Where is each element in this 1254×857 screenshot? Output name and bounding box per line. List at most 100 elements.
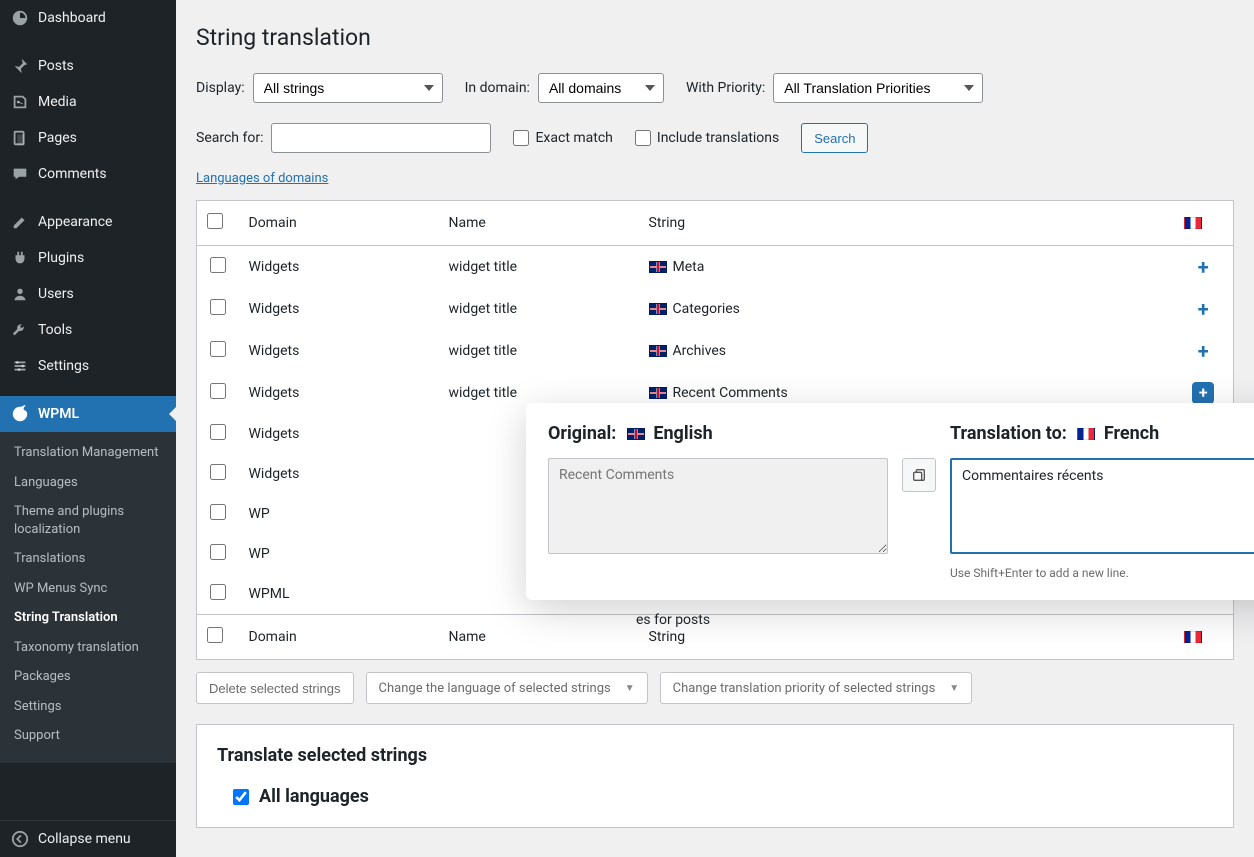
submenu-item-taxonomy-translation[interactable]: Taxonomy translation bbox=[0, 633, 176, 663]
priority-select[interactable]: All Translation Priorities bbox=[773, 73, 983, 103]
search-button[interactable]: Search bbox=[801, 123, 868, 153]
sidebar-item-label: Posts bbox=[38, 58, 74, 74]
translation-heading: Translation to: French bbox=[950, 423, 1254, 444]
wpml-icon bbox=[10, 404, 30, 424]
change-priority-select[interactable]: Change translation priority of selected … bbox=[660, 672, 973, 704]
dashboard-icon bbox=[10, 8, 30, 28]
all-languages-check[interactable]: All languages bbox=[233, 786, 1213, 807]
caret-down-icon: ▼ bbox=[949, 683, 959, 694]
header-name[interactable]: Name bbox=[439, 201, 639, 246]
priority-label: With Priority: bbox=[686, 80, 765, 96]
sidebar-item-label: Media bbox=[38, 94, 77, 110]
delete-selected-button[interactable]: Delete selected strings bbox=[196, 672, 354, 704]
uk-flag-icon bbox=[649, 345, 667, 357]
domain-select[interactable]: All domains bbox=[538, 73, 664, 103]
table-row: Widgetswidget titleArchives+ bbox=[197, 330, 1234, 372]
sidebar-item-tools[interactable]: Tools bbox=[0, 312, 176, 348]
cell-domain: WP bbox=[239, 494, 439, 534]
uk-flag-icon bbox=[649, 261, 667, 273]
header-target-flag bbox=[1174, 201, 1234, 246]
submenu-item-settings[interactable]: Settings bbox=[0, 692, 176, 722]
add-translation-button[interactable]: + bbox=[1192, 256, 1214, 278]
sidebar-item-posts[interactable]: Posts bbox=[0, 48, 176, 84]
submenu-item-translations[interactable]: Translations bbox=[0, 544, 176, 574]
filter-bar: Display: All strings In domain: All doma… bbox=[196, 73, 1234, 153]
collapse-label: Collapse menu bbox=[38, 831, 131, 847]
search-label: Search for: bbox=[196, 130, 263, 146]
row-checkbox[interactable] bbox=[210, 341, 226, 357]
sidebar-item-pages[interactable]: Pages bbox=[0, 120, 176, 156]
include-translations-check[interactable]: Include translations bbox=[635, 130, 779, 146]
add-translation-button[interactable]: + bbox=[1192, 382, 1214, 404]
comments-icon bbox=[10, 164, 30, 184]
exact-match-check[interactable]: Exact match bbox=[513, 130, 612, 146]
cell-string: Archives bbox=[639, 330, 1174, 372]
pin-icon bbox=[10, 56, 30, 76]
row-checkbox[interactable] bbox=[210, 584, 226, 600]
copy-original-button[interactable] bbox=[902, 458, 936, 492]
add-translation-button[interactable]: + bbox=[1192, 298, 1214, 320]
submenu-item-translation-management[interactable]: Translation Management bbox=[0, 438, 176, 468]
partial-obscured-text: es for posts bbox=[636, 612, 710, 628]
add-translation-button[interactable]: + bbox=[1192, 340, 1214, 362]
row-checkbox[interactable] bbox=[210, 299, 226, 315]
sidebar-item-wpml[interactable]: WPML bbox=[0, 396, 176, 432]
row-checkbox[interactable] bbox=[210, 544, 226, 560]
row-checkbox[interactable] bbox=[210, 383, 226, 399]
sidebar-item-label: Plugins bbox=[38, 250, 84, 266]
sidebar-item-settings[interactable]: Settings bbox=[0, 348, 176, 384]
translation-textarea[interactable]: <span></span> bbox=[950, 458, 1254, 554]
users-icon bbox=[10, 284, 30, 304]
uk-flag-icon bbox=[649, 387, 667, 399]
row-checkbox[interactable] bbox=[210, 257, 226, 273]
submenu-item-string-translation[interactable]: String Translation bbox=[0, 603, 176, 633]
main-content: String translation Display: All strings … bbox=[176, 0, 1254, 857]
submenu-item-wp-menus-sync[interactable]: WP Menus Sync bbox=[0, 574, 176, 604]
cell-domain: Widgets bbox=[239, 414, 439, 454]
submenu-item-support[interactable]: Support bbox=[0, 721, 176, 751]
row-checkbox[interactable] bbox=[210, 464, 226, 480]
sidebar-item-plugins[interactable]: Plugins bbox=[0, 240, 176, 276]
header-domain[interactable]: Domain bbox=[239, 201, 439, 246]
sidebar-item-appearance[interactable]: Appearance bbox=[0, 204, 176, 240]
collapse-menu-button[interactable]: Collapse menu bbox=[0, 820, 176, 857]
sidebar-item-users[interactable]: Users bbox=[0, 276, 176, 312]
display-select[interactable]: All strings bbox=[253, 73, 443, 103]
media-icon bbox=[10, 92, 30, 112]
sidebar-item-media[interactable]: Media bbox=[0, 84, 176, 120]
submenu-item-packages[interactable]: Packages bbox=[0, 662, 176, 692]
collapse-icon bbox=[10, 829, 30, 849]
bulk-actions: Delete selected strings Change the langu… bbox=[196, 672, 1234, 704]
cell-domain: Widgets bbox=[239, 454, 439, 494]
sidebar-item-comments[interactable]: Comments bbox=[0, 156, 176, 192]
footer-name: Name bbox=[439, 615, 639, 660]
select-all-checkbox[interactable] bbox=[207, 213, 223, 229]
cell-domain: WPML bbox=[239, 574, 439, 615]
sidebar-submenu: Translation ManagementLanguagesTheme and… bbox=[0, 432, 176, 763]
search-input[interactable] bbox=[271, 123, 491, 153]
cell-domain: Widgets bbox=[239, 372, 439, 414]
french-flag-icon bbox=[1184, 631, 1202, 643]
submenu-item-theme-and-plugins-localization[interactable]: Theme and plugins localization bbox=[0, 497, 176, 544]
caret-down-icon: ▼ bbox=[625, 683, 635, 694]
table-row: Widgetswidget titleMeta+ bbox=[197, 246, 1234, 289]
languages-of-domains-link[interactable]: Languages of domains bbox=[196, 171, 328, 186]
header-string[interactable]: String bbox=[639, 201, 1174, 246]
change-language-select[interactable]: Change the language of selected strings▼ bbox=[366, 672, 648, 704]
cell-string: Categories bbox=[639, 288, 1174, 330]
sidebar-item-dashboard[interactable]: Dashboard bbox=[0, 0, 176, 36]
uk-flag-icon bbox=[627, 428, 645, 440]
footer-string: String bbox=[639, 615, 1174, 660]
row-checkbox[interactable] bbox=[210, 424, 226, 440]
sidebar-item-label: Settings bbox=[38, 358, 89, 374]
appearance-icon bbox=[10, 212, 30, 232]
translate-selected-box: Translate selected strings All languages bbox=[196, 724, 1234, 828]
submenu-item-languages[interactable]: Languages bbox=[0, 468, 176, 498]
cell-name: widget title bbox=[439, 246, 639, 289]
select-all-footer-checkbox[interactable] bbox=[207, 627, 223, 643]
cell-domain: Widgets bbox=[239, 288, 439, 330]
cell-name: widget title bbox=[439, 330, 639, 372]
row-checkbox[interactable] bbox=[210, 504, 226, 520]
admin-sidebar: Dashboard Posts Media PagesComments Appearan… bbox=[0, 0, 176, 857]
cell-name: widget title bbox=[439, 288, 639, 330]
